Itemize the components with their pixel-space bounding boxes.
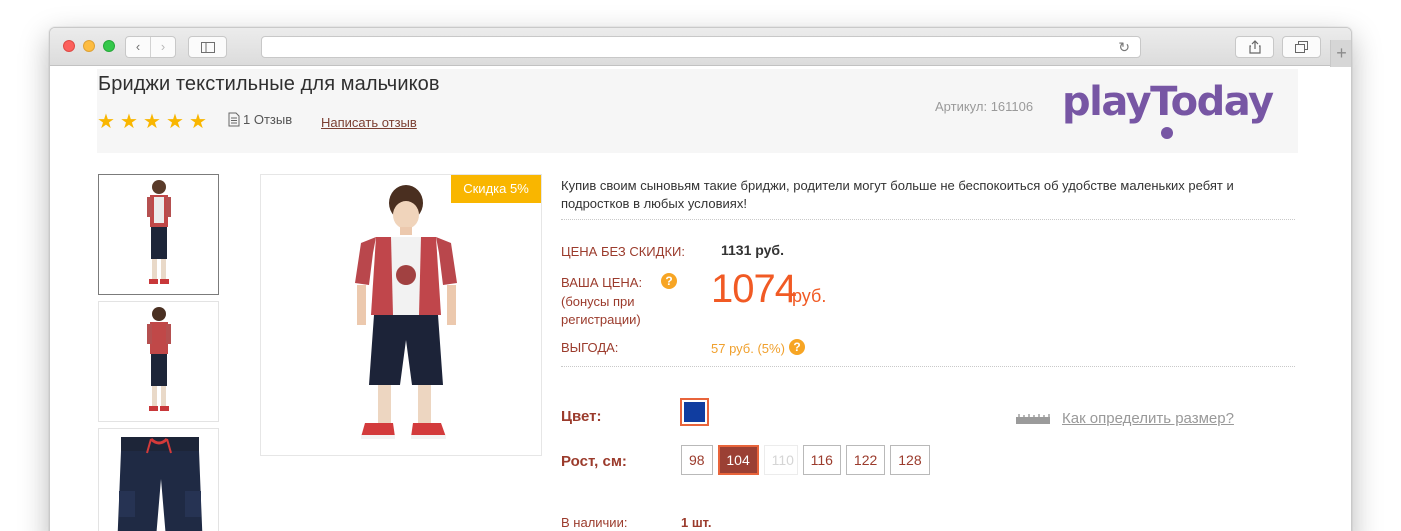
product-title: Бриджи текстильные для мальчиков	[98, 73, 440, 95]
star-icon: ★	[97, 111, 115, 133]
page-content: Бриджи текстильные для мальчиков ★ ★ ★ ★…	[50, 67, 1351, 531]
product-photo	[355, 185, 457, 439]
divider	[561, 366, 1295, 367]
bonus-label-line2: регистрации)	[561, 312, 641, 327]
your-price-label: ВАША ЦЕНА:	[561, 275, 643, 290]
thumbnail-front[interactable]	[98, 174, 219, 295]
no-discount-label: ЦЕНА БЕЗ СКИДКИ:	[561, 244, 685, 259]
no-discount-price: 1131 руб.	[721, 242, 784, 258]
tabs-icon	[1295, 41, 1308, 53]
size-option-110: 110	[763, 445, 798, 475]
rating-stars[interactable]: ★ ★ ★ ★ ★	[97, 111, 207, 133]
star-icon: ★	[166, 111, 184, 133]
bonus-label-line1: (бонусы при	[561, 294, 635, 309]
star-icon: ★	[189, 111, 207, 133]
browser-titlebar: ‹ › ↻ +	[50, 28, 1351, 67]
size-option-122[interactable]: 122	[845, 445, 886, 475]
address-bar[interactable]: ↻	[261, 36, 1141, 58]
discount-badge: Скидка 5%	[451, 175, 541, 203]
color-swatch-selected[interactable]	[680, 398, 709, 426]
reviews-count: 1 Отзыв	[243, 112, 293, 127]
product-main-image[interactable]: Скидка 5%	[260, 174, 542, 456]
thumbnail-back[interactable]	[98, 301, 219, 422]
size-option-104[interactable]: 104	[717, 445, 759, 475]
minimize-window-button[interactable]	[83, 40, 95, 52]
your-price-unit: руб.	[792, 286, 827, 306]
star-icon: ★	[120, 111, 138, 133]
stock-value: 1 шт.	[681, 515, 712, 530]
show-tabs-button[interactable]	[1282, 36, 1321, 58]
savings-label: ВЫГОДА:	[561, 340, 619, 355]
article-number: Артикул: 161106	[935, 99, 1034, 114]
logo-text: playToday	[1062, 79, 1274, 125]
size-options: 98 104 110 116 122 128	[681, 445, 930, 475]
reload-icon[interactable]: ↻	[1118, 39, 1130, 56]
your-price-value: 1074	[711, 267, 797, 311]
divider	[561, 219, 1295, 220]
share-button[interactable]	[1235, 36, 1274, 58]
size-option-116[interactable]: 116	[802, 445, 841, 475]
size-guide-link[interactable]: Как определить размер?	[1062, 410, 1234, 427]
document-icon	[228, 112, 240, 127]
savings-value: 57 руб. (5%)	[711, 341, 785, 356]
share-icon	[1248, 40, 1261, 54]
close-window-button[interactable]	[63, 40, 75, 52]
thumbnail-pants[interactable]	[98, 428, 219, 531]
stock-label: В наличии:	[561, 515, 628, 530]
forward-button[interactable]: ›	[150, 37, 175, 57]
help-icon[interactable]: ?	[789, 339, 805, 355]
height-label: Рост, см:	[561, 453, 627, 470]
back-button[interactable]: ‹	[126, 37, 150, 57]
size-option-128[interactable]: 128	[890, 445, 930, 475]
color-swatch-fill	[684, 402, 705, 422]
help-icon[interactable]: ?	[661, 273, 677, 289]
star-icon: ★	[143, 111, 161, 133]
new-tab-button[interactable]: +	[1330, 40, 1351, 67]
history-nav: ‹ ›	[125, 36, 176, 58]
write-review-link[interactable]: Написать отзыв	[321, 115, 417, 130]
sidebar-icon	[200, 41, 215, 53]
reviews-link[interactable]: 1 Отзыв	[228, 112, 292, 127]
sidebar-toggle-button[interactable]	[188, 36, 227, 58]
zoom-window-button[interactable]	[103, 40, 115, 52]
product-description: Купив своим сыновьям такие бриджи, родит…	[561, 178, 1234, 211]
size-option-98[interactable]: 98	[681, 445, 713, 475]
playtoday-logo[interactable]: playToday	[1060, 73, 1300, 143]
browser-window: ‹ › ↻ + Бриджи текстильные для мальчиков…	[49, 27, 1352, 531]
color-label: Цвет:	[561, 408, 602, 425]
ruler-icon	[1016, 414, 1050, 424]
